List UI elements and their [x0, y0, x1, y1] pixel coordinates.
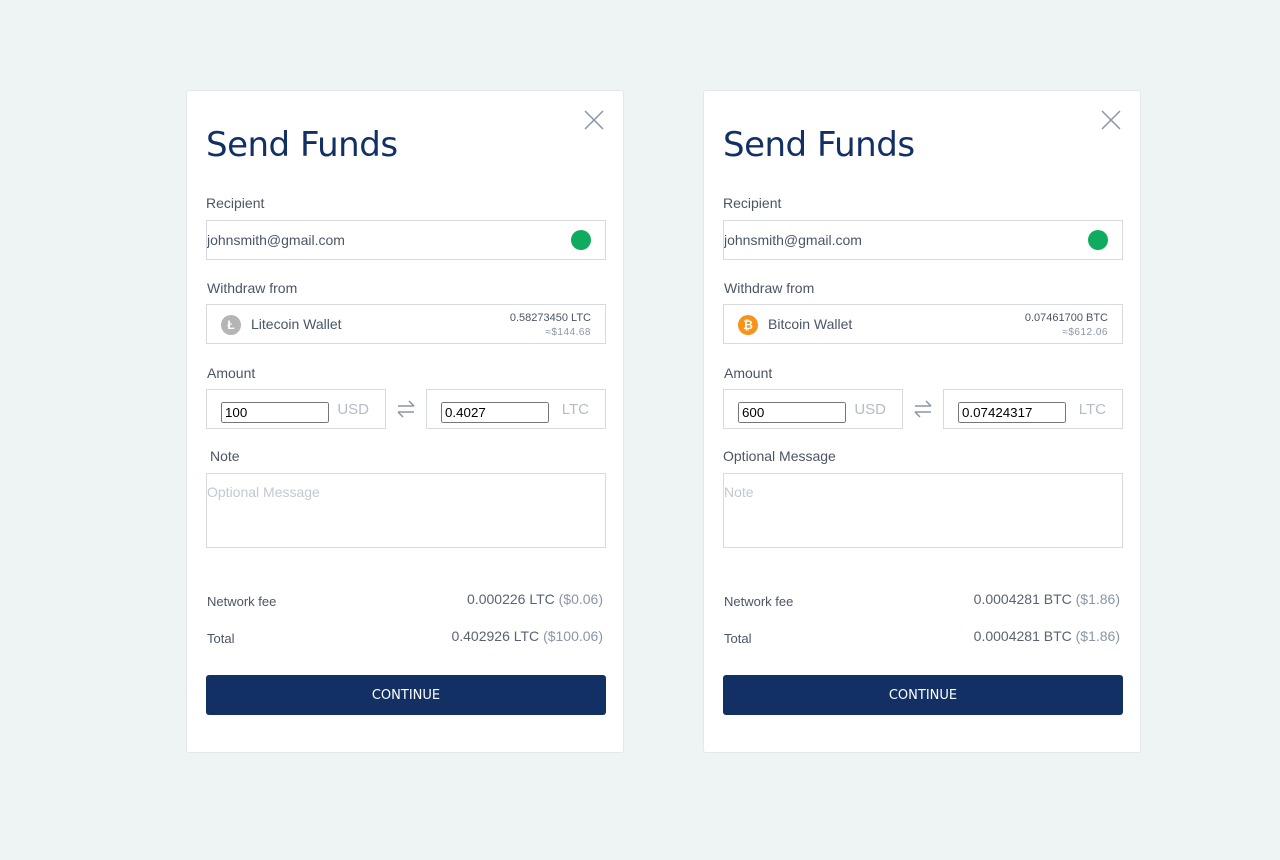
recipient-field [723, 220, 1123, 260]
amount-usd-field: USD [723, 389, 903, 429]
usd-unit-label: USD [854, 401, 886, 418]
total-value: 0.402926 LTC ($100.06) [451, 628, 603, 644]
send-funds-panel-litecoin: Send Funds Recipient Withdraw from Ł Lit… [186, 90, 624, 753]
withdraw-from-label: Withdraw from [207, 280, 298, 296]
amount-crypto-field: LTC [943, 389, 1123, 429]
page-title: Send Funds [206, 125, 398, 165]
send-funds-panel-bitcoin: Send Funds Recipient Withdraw from ₿ Bit… [703, 90, 1141, 753]
usd-unit-label: USD [337, 401, 369, 418]
close-icon[interactable] [583, 109, 605, 131]
amount-crypto-field: LTC [426, 389, 606, 429]
bitcoin-icon: ₿ [738, 315, 758, 335]
amount-crypto-input[interactable] [441, 402, 549, 423]
verified-status-icon [1088, 230, 1108, 250]
amount-label: Amount [207, 365, 256, 381]
wallet-name: Bitcoin Wallet [768, 316, 853, 332]
total-label: Total [724, 631, 752, 646]
wallet-name: Litecoin Wallet [251, 316, 342, 332]
network-fee-label: Network fee [207, 594, 277, 609]
note-field [206, 473, 606, 548]
recipient-input[interactable] [207, 232, 557, 248]
recipient-input[interactable] [724, 232, 1074, 248]
network-fee-value: 0.000226 LTC ($0.06) [467, 591, 603, 607]
network-fee-usd: ($1.86) [1075, 591, 1120, 607]
page-title: Send Funds [723, 125, 915, 165]
note-label: Optional Message [723, 448, 836, 464]
total-value: 0.0004281 BTC ($1.86) [974, 628, 1120, 644]
amount-crypto-input[interactable] [958, 402, 1066, 423]
amount-label: Amount [724, 365, 773, 381]
verified-status-icon [571, 230, 591, 250]
continue-button[interactable]: CONTINUE [206, 675, 606, 715]
close-icon[interactable] [1100, 109, 1122, 131]
wallet-select[interactable]: ₿ Bitcoin Wallet 0.07461700 BTC ≈$612.06 [723, 304, 1123, 344]
network-fee-usd: ($0.06) [558, 591, 603, 607]
wallet-balance: 0.07461700 BTC [1024, 312, 1108, 324]
withdraw-from-label: Withdraw from [724, 280, 815, 296]
crypto-unit-label: LTC [561, 401, 589, 418]
amount-usd-field: USD [206, 389, 386, 429]
amount-usd-input[interactable] [738, 402, 846, 423]
wallet-select[interactable]: Ł Litecoin Wallet 0.58273450 LTC ≈$144.6… [206, 304, 606, 344]
litecoin-icon: Ł [221, 315, 241, 335]
total-usd: ($100.06) [543, 628, 603, 644]
continue-button[interactable]: CONTINUE [723, 675, 1123, 715]
total-crypto: 0.402926 LTC [451, 628, 540, 644]
total-usd: ($1.86) [1075, 628, 1120, 644]
total-label: Total [207, 631, 235, 646]
swap-arrows-icon[interactable] [912, 398, 934, 420]
recipient-label: Recipient [723, 195, 782, 211]
note-textarea[interactable] [207, 484, 597, 539]
network-fee-label: Network fee [724, 594, 794, 609]
wallet-balance-usd: ≈$612.06 [1062, 327, 1108, 338]
swap-arrows-icon[interactable] [395, 398, 417, 420]
recipient-field [206, 220, 606, 260]
recipient-label: Recipient [206, 195, 265, 211]
network-fee-crypto: 0.000226 LTC [467, 591, 555, 607]
network-fee-value: 0.0004281 BTC ($1.86) [974, 591, 1120, 607]
note-field [723, 473, 1123, 548]
network-fee-crypto: 0.0004281 BTC [973, 591, 1072, 607]
note-textarea[interactable] [724, 484, 1114, 539]
note-label: Note [210, 448, 240, 464]
wallet-balance-usd: ≈$144.68 [545, 327, 591, 338]
wallet-balance: 0.58273450 LTC [509, 312, 591, 324]
amount-usd-input[interactable] [221, 402, 329, 423]
total-crypto: 0.0004281 BTC [973, 628, 1072, 644]
crypto-unit-label: LTC [1078, 401, 1106, 418]
